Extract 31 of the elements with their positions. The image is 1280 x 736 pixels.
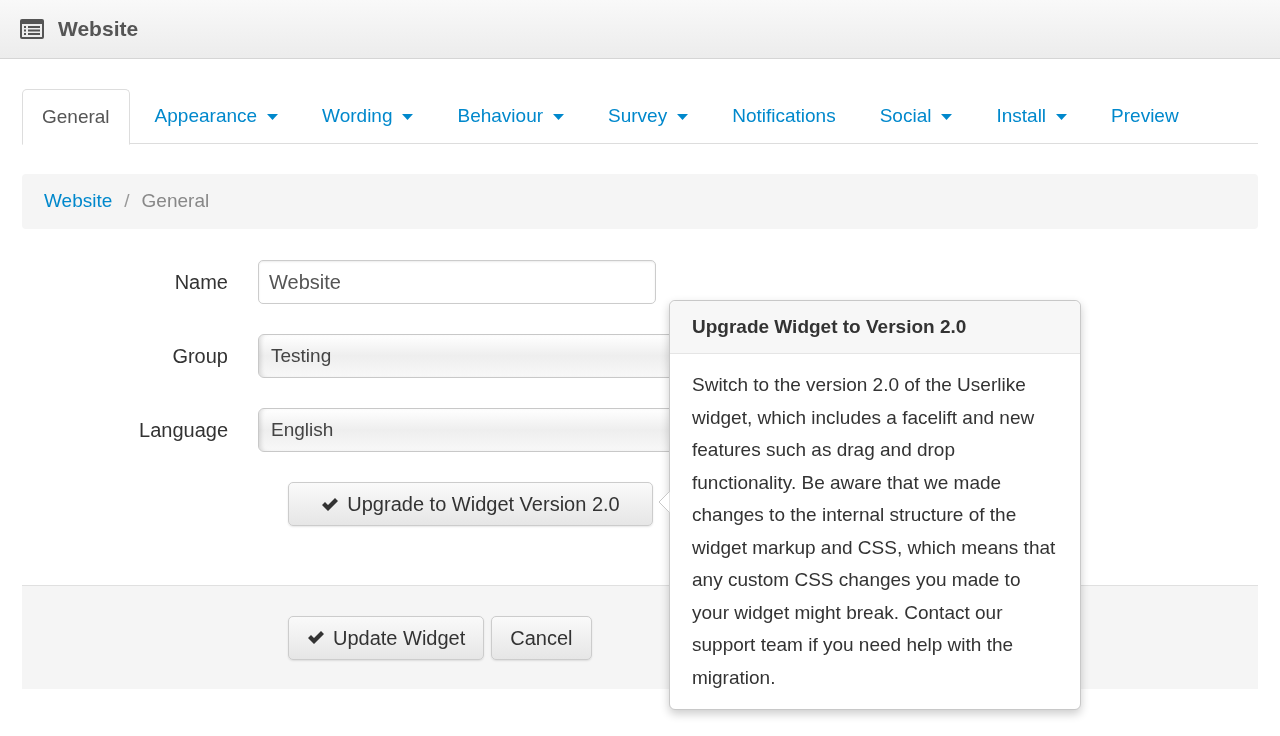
nav-tab[interactable]: Notifications xyxy=(710,89,858,144)
nav-tab[interactable]: General xyxy=(22,89,130,145)
form-button[interactable]: Cancel xyxy=(491,615,592,660)
check-icon xyxy=(321,496,340,512)
field-label: Name xyxy=(174,271,228,293)
field-label: Language xyxy=(139,419,228,441)
nav-tab[interactable]: Behaviour xyxy=(435,89,587,144)
popover-text: Switch to the version 2.0 of the Userlike widget, which includes a facelift and new features such as drag and drop functionality. Be aware that we made changes to the internal structure of the widget markup and CSS, which means that any custom CSS changes you made to your widget might break. Contact our support team if you need help with the migration. xyxy=(692,373,1057,690)
nav-tab[interactable]: Preview xyxy=(1089,89,1201,144)
popover-title: Upgrade Widget to Version 2.0 xyxy=(692,314,967,339)
breadcrumb-link[interactable]: Website xyxy=(44,187,113,216)
breadcrumb-current: General xyxy=(141,189,210,214)
form-button[interactable]: Update Widget xyxy=(288,615,485,660)
caret-icon xyxy=(402,113,414,120)
list-window-icon xyxy=(20,19,44,39)
caret-icon xyxy=(553,113,565,120)
nav-tab[interactable]: Appearance xyxy=(132,89,301,144)
upgrade-button[interactable]: Upgrade to Widget Version 2.0 xyxy=(288,482,653,526)
nav-tab[interactable]: Social xyxy=(857,89,975,144)
caret-icon xyxy=(1056,113,1068,120)
nav-tab[interactable]: Survey xyxy=(586,89,711,144)
check-icon xyxy=(307,630,325,645)
page-title: Website xyxy=(58,16,139,43)
caret-icon xyxy=(677,113,689,120)
nav-tab[interactable]: Wording xyxy=(300,89,436,144)
caret-icon xyxy=(267,113,279,120)
breadcrumb-separator: / xyxy=(124,189,130,214)
nav-tab[interactable]: Install xyxy=(974,89,1090,144)
caret-icon xyxy=(941,113,953,120)
field-label: Group xyxy=(172,345,228,367)
text-field[interactable]: Website xyxy=(258,260,656,304)
